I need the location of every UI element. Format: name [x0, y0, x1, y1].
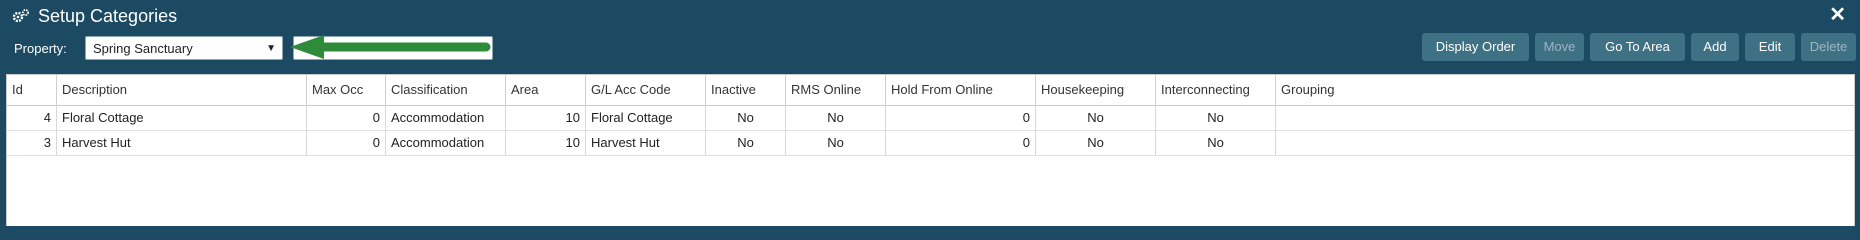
cell-max-occ: 0 [307, 105, 386, 130]
cell-rms-online: No [786, 105, 886, 130]
cell-inactive: No [706, 105, 786, 130]
cell-max-occ: 0 [307, 130, 386, 155]
cell-gl-acc-code: Harvest Hut [586, 130, 706, 155]
table-row[interactable]: 4 Floral Cottage 0 Accommodation 10 Flor… [7, 105, 1854, 131]
column-header-housekeeping[interactable]: Housekeeping [1036, 75, 1156, 105]
cell-interconnecting: No [1156, 105, 1276, 130]
window-title: Setup Categories [38, 6, 178, 26]
gears-icon [12, 9, 29, 23]
cell-classification: Accommodation [386, 130, 506, 155]
table-row[interactable]: 3 Harvest Hut 0 Accommodation 10 Harvest… [7, 130, 1854, 156]
property-select-value: Spring Sanctuary [93, 41, 193, 56]
property-label: Property: [14, 41, 67, 56]
title-bar: Setup Categories ✕ [0, 0, 1860, 32]
cell-grouping [1276, 105, 1854, 130]
column-header-interconnecting[interactable]: Interconnecting [1156, 75, 1276, 105]
annotation-arrow-icon [290, 35, 491, 59]
setup-categories-window: Setup Categories ✕ Property: Spring Sanc… [0, 0, 1860, 226]
column-header-grouping[interactable]: Grouping [1276, 75, 1854, 105]
column-header-id[interactable]: Id [7, 75, 57, 105]
categories-grid: Id Description Max Occ Classification Ar… [6, 74, 1855, 226]
cell-hold-from-online: 0 [886, 130, 1036, 155]
add-button[interactable]: Add [1691, 33, 1739, 61]
delete-button[interactable]: Delete [1801, 33, 1856, 61]
column-header-area[interactable]: Area [506, 75, 586, 105]
column-header-classification[interactable]: Classification [386, 75, 506, 105]
column-header-gl-acc-code[interactable]: G/L Acc Code [586, 75, 706, 105]
cell-area: 10 [506, 130, 586, 155]
edit-button[interactable]: Edit [1745, 33, 1795, 61]
column-header-rms-online[interactable]: RMS Online [786, 75, 886, 105]
cell-housekeeping: No [1036, 130, 1156, 155]
cell-housekeeping: No [1036, 105, 1156, 130]
cell-gl-acc-code: Floral Cottage [586, 105, 706, 130]
move-button[interactable]: Move [1535, 33, 1584, 61]
cell-description: Harvest Hut [57, 130, 307, 155]
cell-description: Floral Cottage [57, 105, 307, 130]
table-header: Id Description Max Occ Classification Ar… [7, 75, 1854, 106]
caret-down-icon: ▼ [266, 43, 276, 54]
property-select[interactable]: Spring Sanctuary ▼ [85, 36, 283, 60]
toolbar: Property: Spring Sanctuary ▼ Display Ord… [0, 32, 1860, 68]
go-to-area-button[interactable]: Go To Area [1590, 33, 1685, 61]
cell-id: 4 [7, 105, 57, 130]
cell-id: 3 [7, 130, 57, 155]
cell-classification: Accommodation [386, 105, 506, 130]
cell-area: 10 [506, 105, 586, 130]
cell-grouping [1276, 130, 1854, 155]
column-header-description[interactable]: Description [57, 75, 307, 105]
cell-inactive: No [706, 130, 786, 155]
column-header-hold-from-online[interactable]: Hold From Online [886, 75, 1036, 105]
close-icon[interactable]: ✕ [1829, 4, 1846, 26]
column-header-max-occ[interactable]: Max Occ [307, 75, 386, 105]
cell-interconnecting: No [1156, 130, 1276, 155]
display-order-button[interactable]: Display Order [1422, 33, 1529, 61]
column-header-inactive[interactable]: Inactive [706, 75, 786, 105]
cell-rms-online: No [786, 130, 886, 155]
cell-hold-from-online: 0 [886, 105, 1036, 130]
